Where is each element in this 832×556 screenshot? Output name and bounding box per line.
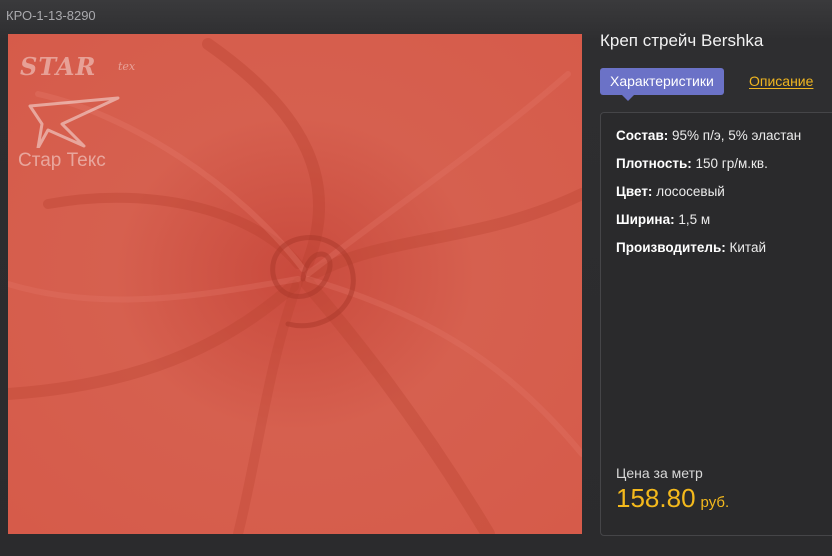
specs-panel: Состав: 95% п/э, 5% эластан Плотность: 1… [600, 112, 832, 536]
spec-width: Ширина: 1,5 м [616, 212, 710, 227]
product-title: Креп стрейч Bershka [600, 31, 764, 50]
logo-text-startex: Стар Текс [18, 150, 106, 171]
spec-label: Ширина: [616, 212, 675, 227]
spec-value: Китай [729, 240, 767, 255]
spec-value: лососевый [656, 184, 725, 199]
spec-color: Цвет: лососевый [616, 184, 725, 199]
product-photo[interactable]: STAR tex Стар Текс [8, 34, 582, 534]
spec-value: 1,5 м [678, 212, 711, 227]
price: 158.80 руб. [616, 483, 729, 514]
spec-label: Производитель: [616, 240, 726, 255]
spec-manufacturer: Производитель: Китай [616, 240, 766, 255]
tab-characteristics[interactable]: Характеристики [600, 68, 724, 101]
price-value: 158.80 [616, 483, 696, 513]
spec-label: Плотность: [616, 156, 692, 171]
startex-logo: STAR tex Стар Текс [14, 46, 154, 196]
spec-value: 95% п/э, 5% эластан [672, 128, 802, 143]
spec-composition: Состав: 95% п/э, 5% эластан [616, 128, 801, 143]
spec-label: Состав: [616, 128, 669, 143]
price-currency: руб. [700, 494, 730, 511]
spec-value: 150 гр/м.кв. [695, 156, 768, 171]
spec-density: Плотность: 150 гр/м.кв. [616, 156, 768, 171]
product-sku: КРО-1-13-8290 [6, 8, 96, 23]
logo-text-tex: tex [118, 60, 136, 73]
product-page: КРО-1-13-8290 STAR tex Стар Текс Креп ст… [0, 0, 832, 556]
spec-label: Цвет: [616, 184, 653, 199]
tab-description[interactable]: Описание [749, 73, 813, 89]
price-label: Цена за метр [616, 465, 703, 481]
star-logo-icon [28, 96, 120, 148]
